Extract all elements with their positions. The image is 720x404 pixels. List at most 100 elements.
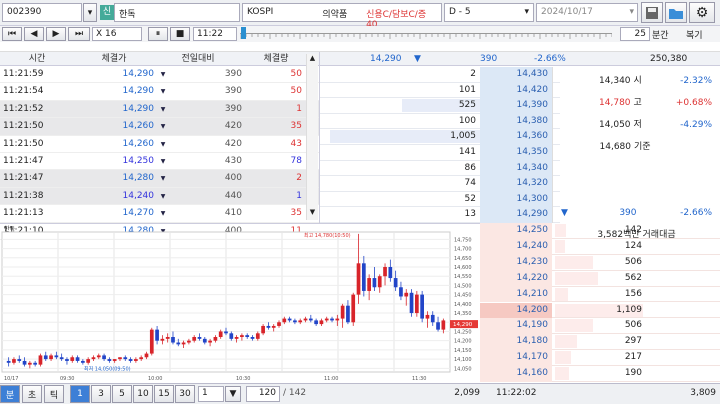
ask-row[interactable]: 1,005 14,360 — [320, 129, 560, 145]
code-dropdown-button[interactable]: ▾ — [83, 3, 97, 22]
bid-row[interactable]: 14,210 156 — [480, 286, 720, 303]
unit-button-5[interactable]: 5 — [112, 385, 132, 403]
trades-scrollbar[interactable]: ▲ ▼ — [306, 54, 318, 220]
page-value: 120 — [258, 388, 276, 398]
unit-button-15[interactable]: 15 — [154, 385, 174, 403]
candle-body — [420, 294, 424, 319]
bid-row[interactable]: 14,180 297 — [480, 334, 720, 351]
trade-price: 14,260 — [122, 121, 155, 132]
change-pct: -2.66% — [680, 208, 712, 218]
time-input[interactable]: 11:22 — [193, 27, 237, 41]
trade-change: 390 — [224, 103, 242, 114]
bid-price: 14,220 — [516, 272, 549, 283]
scroll-up-icon[interactable]: ▲ — [307, 54, 318, 66]
stop-button[interactable]: ■ — [170, 27, 190, 41]
range-select[interactable]: D - 5 ▾ — [444, 3, 534, 22]
unit-button-1[interactable]: 1 — [70, 385, 90, 403]
ask-row[interactable]: 13 14,290 — [320, 207, 560, 223]
ask-row[interactable]: 52 14,300 — [320, 191, 560, 208]
tab-minute[interactable]: 분 — [0, 385, 20, 403]
open-folder-button[interactable] — [665, 2, 687, 23]
down-arrow-icon: ▼ — [160, 210, 166, 218]
page-input[interactable]: 120 — [246, 386, 280, 402]
ask-price: 14,390 — [516, 100, 549, 111]
low-annotation: 최저 14,050(09:50) — [84, 365, 131, 372]
period-input[interactable]: 25 — [620, 27, 650, 41]
page-total: / 142 — [283, 388, 307, 398]
y-tick-label: 14,750 — [454, 237, 472, 243]
save-button[interactable] — [641, 2, 663, 23]
base-label: 기준 — [634, 142, 651, 152]
time-slider[interactable] — [240, 26, 612, 42]
ask-row[interactable]: 101 14,420 — [320, 82, 560, 99]
x-tick-label: 11:00 — [324, 376, 338, 382]
speed-select[interactable]: X 16 — [92, 27, 142, 41]
bid-price-cell: 14,170 — [480, 350, 552, 367]
trade-change: 440 — [224, 190, 242, 201]
last-button[interactable]: ⏭ — [68, 27, 90, 41]
stock-code-input[interactable]: 002390 — [2, 3, 82, 22]
candle-body — [86, 359, 91, 363]
date-field[interactable]: 2024/10/17 ▾ — [536, 3, 638, 22]
pause-button[interactable]: ⏸ — [148, 27, 168, 41]
ask-row[interactable]: 2 14,430 — [320, 67, 560, 83]
ask-row[interactable]: 100 14,380 — [320, 113, 560, 130]
bid-row[interactable]: 14,230 506 — [480, 254, 720, 271]
replay-toolbar: ⏮ ◀ ▶ ⏭ X 16 ⏸ ■ 11:22 25 분간 복기 — [0, 26, 720, 42]
next-button[interactable]: ▶ — [46, 27, 66, 41]
candle-body — [266, 325, 271, 328]
ask-row[interactable]: 74 14,320 — [320, 176, 560, 192]
trade-row: 11:21:47 14,250 ▼ 430 78 — [0, 153, 319, 171]
candle-body — [430, 314, 435, 323]
candle-body — [6, 360, 11, 363]
low-value: 14,050 — [599, 120, 631, 130]
bid-price: 14,160 — [516, 368, 549, 379]
prev-button[interactable]: ◀ — [24, 27, 44, 41]
x-tick-label: 10:00 — [148, 376, 162, 382]
bid-price-cell: 14,240 — [480, 238, 552, 255]
trade-row: 11:21:59 14,290 ▼ 390 50 — [0, 66, 319, 84]
ask-row[interactable]: 525 14,390 — [320, 98, 560, 114]
tab-tick[interactable]: 틱 — [44, 385, 64, 403]
bid-row[interactable]: 14,170 217 — [480, 350, 720, 367]
count-input[interactable]: 1 — [198, 386, 224, 402]
ask-row[interactable]: 86 14,340 — [320, 160, 560, 177]
bid-row[interactable]: 14,200 1,109 — [480, 302, 720, 319]
slider-handle[interactable] — [241, 27, 246, 39]
period-unit: 분간 — [652, 31, 669, 41]
sell-total: 2,099 — [454, 388, 480, 398]
count-dropdown[interactable]: ▼ — [225, 386, 241, 402]
bid-row[interactable]: 14,160 190 — [480, 366, 720, 382]
chart-canvas: 14,750 14,700 14,650 14,600 14,550 14,500 14,4… — [1, 226, 478, 382]
bid-row[interactable]: 14,190 506 — [480, 318, 720, 335]
unit-button-10[interactable]: 10 — [133, 385, 153, 403]
unit-button-30[interactable]: 30 — [175, 385, 195, 403]
settings-button[interactable]: ⚙ — [689, 2, 715, 23]
trade-volume: 35 — [290, 121, 302, 132]
ask-row[interactable]: 141 14,350 — [320, 145, 560, 161]
candle-body — [33, 362, 38, 365]
candle-body — [208, 340, 212, 343]
trade-row: 11:21:50 14,260 ▼ 420 35 — [0, 118, 319, 136]
slider-ticks — [240, 34, 612, 39]
open-pct: -2.32% — [680, 76, 712, 86]
candle-body — [96, 355, 101, 358]
unit-button-3[interactable]: 3 — [91, 385, 111, 403]
first-button[interactable]: ⏮ — [2, 27, 22, 41]
ask-price: 14,320 — [516, 178, 549, 189]
trade-volume: 35 — [290, 208, 302, 219]
candle-body — [38, 355, 43, 365]
candle-body — [324, 318, 329, 321]
ask-price-cell: 14,290 — [480, 207, 552, 223]
candle-body — [399, 287, 403, 297]
tab-second[interactable]: 초 — [22, 385, 42, 403]
y-tick-label: 14,700 — [454, 247, 472, 253]
trade-volume: 1 — [296, 190, 302, 201]
candle-body — [213, 337, 218, 341]
bid-row[interactable]: 14,220 562 — [480, 270, 720, 287]
down-arrow-icon: ▼ — [160, 175, 166, 183]
bid-qty: 156 — [624, 288, 642, 299]
candle-body — [112, 359, 117, 361]
scroll-down-icon[interactable]: ▼ — [307, 208, 318, 220]
candle-body — [59, 357, 64, 360]
